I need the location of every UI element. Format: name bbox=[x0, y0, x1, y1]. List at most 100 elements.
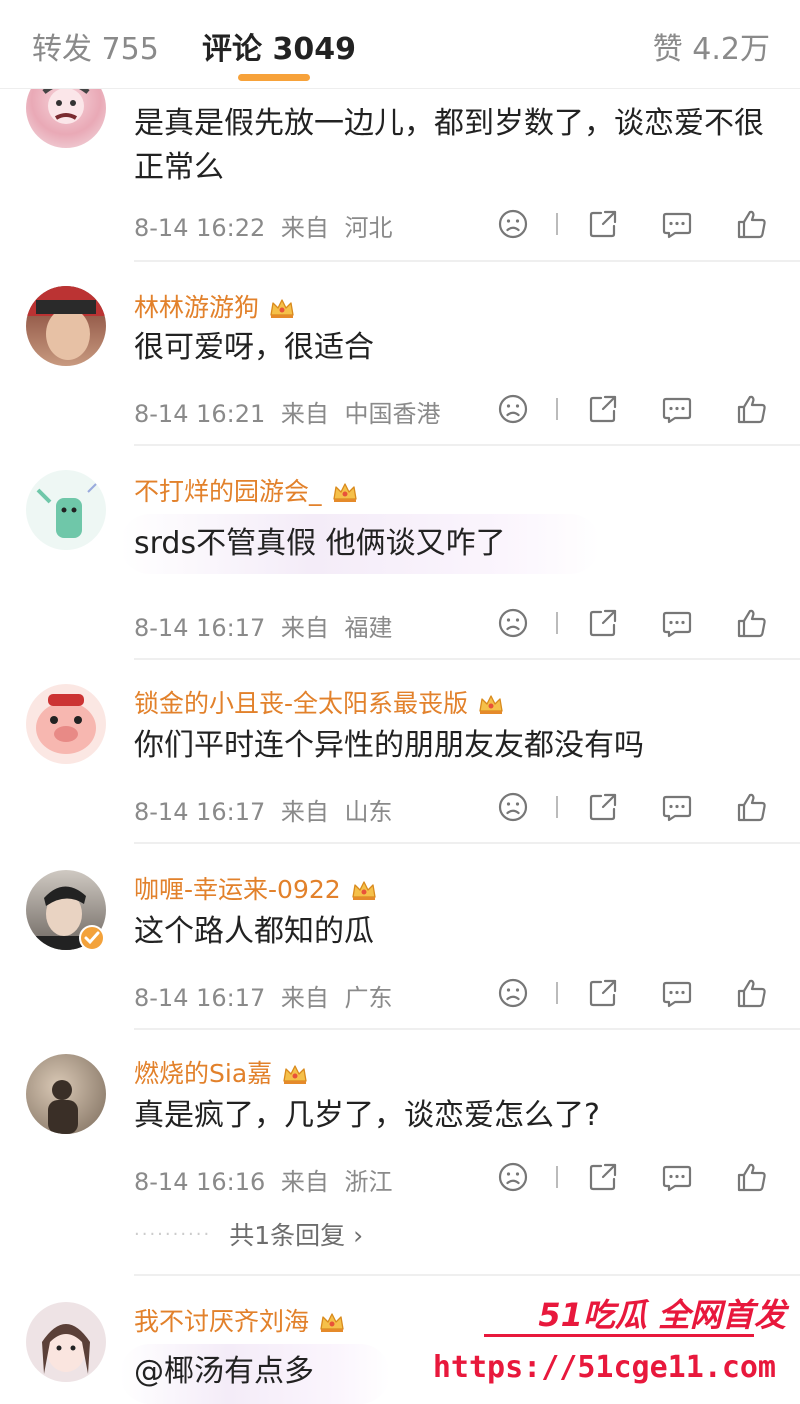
dislike-icon[interactable] bbox=[496, 1160, 530, 1194]
avatar-image bbox=[36, 483, 97, 538]
avatar[interactable] bbox=[26, 1054, 106, 1134]
share-icon[interactable] bbox=[586, 1160, 620, 1194]
comment-actions bbox=[494, 392, 774, 428]
username-text: 咖喱-幸运来-0922 bbox=[134, 875, 341, 904]
comment-location: 浙江 bbox=[344, 1168, 393, 1196]
comment-meta: 8-14 16:22 来自 河北 bbox=[134, 208, 401, 243]
dislike-icon[interactable] bbox=[496, 790, 530, 824]
share-icon[interactable] bbox=[586, 207, 620, 241]
dislike-icon[interactable] bbox=[496, 606, 530, 640]
comment-username[interactable]: 林林游游狗 bbox=[134, 288, 295, 324]
comment-location: 福建 bbox=[344, 614, 393, 642]
username-text: 不打烊的园游会_ bbox=[134, 477, 322, 506]
comment-divider bbox=[134, 444, 800, 446]
dislike-icon[interactable] bbox=[496, 207, 530, 241]
action-separator bbox=[556, 213, 558, 235]
vip-crown-icon bbox=[283, 1065, 307, 1085]
site-watermark: 51吃瓜 全网首发 https://51cge11.com bbox=[432, 1290, 794, 1400]
comment-actions bbox=[494, 1160, 774, 1196]
avatar-image bbox=[26, 286, 106, 360]
share-icon[interactable] bbox=[586, 606, 620, 640]
tab-reposts[interactable]: 转发 755 bbox=[32, 24, 159, 68]
comment-time: 8-14 16:17 bbox=[134, 984, 266, 1012]
comment-text: 很可爱呀，很适合 bbox=[134, 330, 374, 365]
vip-crown-icon bbox=[270, 299, 294, 319]
vip-crown-icon bbox=[479, 695, 503, 715]
avatar-image bbox=[42, 1324, 90, 1374]
avatar[interactable] bbox=[26, 684, 106, 764]
comment-meta: 8-14 16:17 来自 广东 bbox=[134, 978, 401, 1013]
comment-icon[interactable] bbox=[660, 606, 694, 640]
share-icon[interactable] bbox=[586, 790, 620, 824]
avatar[interactable] bbox=[26, 470, 106, 550]
like-icon[interactable] bbox=[734, 606, 768, 640]
vip-crown-icon bbox=[332, 483, 357, 503]
comment-from-label: 来自 bbox=[280, 614, 329, 642]
comment-username[interactable]: 燃烧的Sia嘉 bbox=[134, 1054, 308, 1090]
tab-comments[interactable]: 评论 3049 bbox=[202, 24, 356, 68]
like-icon[interactable] bbox=[734, 790, 768, 824]
tab-likes[interactable]: 赞 4.2万 bbox=[653, 24, 770, 68]
comment-meta: 8-14 16:17 来自 福建 bbox=[134, 608, 401, 643]
action-separator bbox=[556, 982, 558, 1004]
like-icon[interactable] bbox=[734, 1160, 768, 1194]
comment-time: 8-14 16:17 bbox=[134, 798, 266, 826]
comment-icon[interactable] bbox=[660, 392, 694, 426]
share-icon[interactable] bbox=[586, 392, 620, 426]
share-icon[interactable] bbox=[586, 976, 620, 1010]
like-icon[interactable] bbox=[734, 976, 768, 1010]
comment-time: 8-14 16:16 bbox=[134, 1168, 266, 1196]
like-icon[interactable] bbox=[734, 207, 768, 241]
watermark-title: 51吃瓜 全网首发 bbox=[538, 1296, 786, 1334]
comment-time: 8-14 16:22 bbox=[134, 214, 266, 242]
comment-actions bbox=[494, 976, 774, 1012]
action-separator bbox=[556, 398, 558, 420]
comment-username[interactable]: 不打烊的园游会_ bbox=[134, 472, 358, 508]
avatar[interactable] bbox=[26, 286, 106, 366]
username-text: 林林游游狗 bbox=[134, 293, 260, 322]
verified-badge-icon bbox=[79, 925, 105, 951]
dislike-icon[interactable] bbox=[496, 976, 530, 1010]
comment-icon[interactable] bbox=[660, 790, 694, 824]
comment-location: 河北 bbox=[344, 214, 393, 242]
comment-icon[interactable] bbox=[660, 207, 694, 241]
like-icon[interactable] bbox=[734, 392, 768, 426]
comment-divider bbox=[134, 260, 800, 262]
view-replies-link[interactable]: ·········· 共1条回复 › bbox=[134, 1216, 363, 1252]
watermark-line bbox=[484, 1334, 754, 1337]
username-text: 锁金的小且丧-全太阳系最丧版 bbox=[134, 689, 469, 718]
comment-icon[interactable] bbox=[660, 1160, 694, 1194]
comment-text: srds不管真假 他俩谈又咋了 bbox=[134, 526, 506, 561]
comment-from-label: 来自 bbox=[280, 400, 329, 428]
avatar-image bbox=[48, 1080, 78, 1134]
comment-meta: 8-14 16:17 来自 山东 bbox=[134, 792, 401, 827]
comment-divider bbox=[134, 658, 800, 660]
comment-text: 是真是假先放一边儿，都到岁数了，谈恋爱不很正常么 bbox=[134, 106, 764, 185]
comment-tabs-bar: 转发 755 评论 3049 赞 4.2万 bbox=[0, 0, 800, 89]
vip-crown-icon bbox=[352, 881, 376, 901]
comment-time: 8-14 16:17 bbox=[134, 614, 266, 642]
comment-icon[interactable] bbox=[660, 976, 694, 1010]
comment-actions bbox=[494, 606, 774, 642]
username-text: 我不讨厌齐刘海 bbox=[134, 1307, 310, 1336]
comment-actions bbox=[494, 790, 774, 826]
comment-actions bbox=[494, 207, 774, 243]
dislike-icon[interactable] bbox=[496, 392, 530, 426]
comment-divider bbox=[134, 1028, 800, 1030]
vip-crown-icon bbox=[320, 1313, 344, 1333]
avatar[interactable] bbox=[26, 1302, 106, 1382]
comment-text: 你们平时连个异性的朋朋友友都没有吗 bbox=[134, 728, 644, 763]
username-text: 燃烧的Sia嘉 bbox=[134, 1059, 273, 1088]
comment-meta: 8-14 16:21 来自 中国香港 bbox=[134, 394, 449, 429]
replies-dots: ·········· bbox=[134, 1224, 212, 1245]
action-separator bbox=[556, 796, 558, 818]
comment-text: 真是疯了，几岁了，谈恋爱怎么了? bbox=[134, 1098, 600, 1133]
avatar-image bbox=[36, 694, 96, 754]
comment-username[interactable]: 咖喱-幸运来-0922 bbox=[134, 870, 377, 906]
comment-meta: 8-14 16:16 来自 浙江 bbox=[134, 1162, 401, 1197]
comment-from-label: 来自 bbox=[280, 984, 329, 1012]
comment-from-label: 来自 bbox=[280, 1168, 329, 1196]
comment-divider bbox=[134, 1274, 800, 1276]
comment-username[interactable]: 我不讨厌齐刘海 bbox=[134, 1302, 345, 1338]
comment-username[interactable]: 锁金的小且丧-全太阳系最丧版 bbox=[134, 684, 504, 720]
